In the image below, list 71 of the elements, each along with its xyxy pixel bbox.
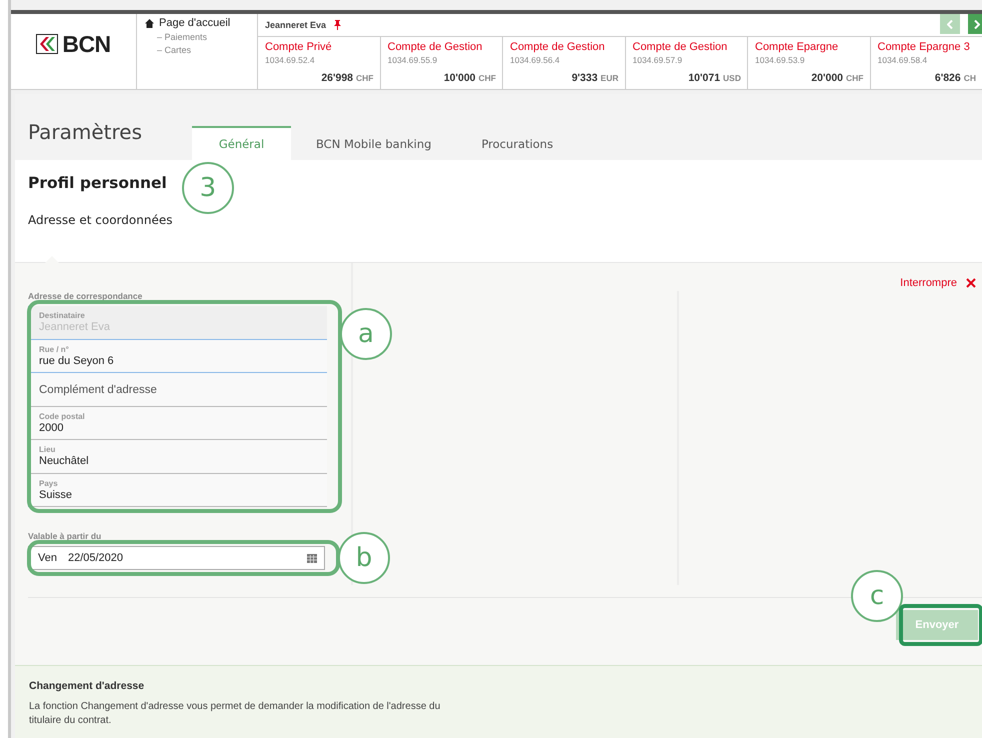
input-field[interactable]: Lieu Neuchâtel bbox=[30, 440, 327, 474]
tab[interactable]: BCN Mobile banking bbox=[291, 126, 456, 160]
chevron-right-icon bbox=[974, 20, 980, 28]
field-value[interactable]: Complément d'adresse bbox=[39, 384, 327, 396]
account-name: Compte de Gestion bbox=[632, 41, 728, 53]
account-number: 1034.69.55.9 bbox=[388, 55, 438, 65]
field-value[interactable]: 2000 bbox=[39, 422, 327, 434]
account-amount: 26'998 bbox=[321, 72, 354, 84]
field-label: Lieu bbox=[39, 445, 56, 454]
input-field[interactable]: Code postal 2000 bbox=[30, 406, 327, 440]
field-value[interactable]: rue du Seyon 6 bbox=[39, 354, 327, 367]
home-link[interactable]: Page d'accueil bbox=[159, 17, 230, 29]
cancel-link[interactable]: Interrompre bbox=[900, 277, 976, 289]
account-card[interactable]: Compte Epargne 3 1034.69.58.4 6'826 CH bbox=[870, 37, 982, 89]
home-icon bbox=[145, 18, 154, 28]
field-label: Destinataire bbox=[39, 311, 86, 320]
logo-icon bbox=[36, 34, 58, 54]
logo-text[interactable]: BCN bbox=[62, 34, 111, 54]
input-field[interactable]: Rue / n° rue du Seyon 6 bbox=[30, 340, 327, 373]
account-number: 1034.69.53.9 bbox=[755, 55, 806, 65]
field-value[interactable]: Neuchâtel bbox=[39, 455, 327, 468]
account-name: Compte Epargne bbox=[755, 41, 840, 53]
input-field[interactable]: Complément d'adresse bbox=[30, 373, 327, 406]
account-card[interactable]: Compte de Gestion 1034.69.55.9 10'000 CHF bbox=[380, 37, 503, 89]
account-name: Compte de Gestion bbox=[510, 41, 606, 53]
field-label: Pays bbox=[39, 478, 59, 488]
group-label: Adresse de correspondance bbox=[28, 291, 144, 301]
account-amount: 20'000 bbox=[811, 72, 844, 84]
weekday: Ven bbox=[38, 552, 57, 564]
info-title: Changement d'adresse bbox=[29, 680, 146, 692]
date-value: 22/05/2020 bbox=[68, 552, 124, 564]
account-number: 1034.69.57.9 bbox=[632, 55, 684, 65]
subsection-heading: Adresse et coordonnées bbox=[28, 213, 174, 227]
page-title: Paramètres bbox=[28, 120, 144, 144]
nav-link[interactable]: – Cartes bbox=[157, 44, 249, 57]
currency: CHF bbox=[356, 73, 374, 83]
account-card[interactable]: Compte de Gestion 1034.69.56.4 9'333 EUR bbox=[503, 37, 626, 89]
close-icon bbox=[966, 278, 976, 288]
date-label: Valable à partir du bbox=[28, 531, 102, 541]
account-amount: 9'333 bbox=[572, 72, 598, 84]
currency: USD bbox=[723, 73, 741, 83]
calendar-icon bbox=[307, 554, 317, 562]
chevron-left-icon bbox=[947, 20, 953, 28]
currency: CH bbox=[964, 73, 976, 83]
account-amount: 10'000 bbox=[444, 72, 476, 84]
client-name: Jeanneret Eva bbox=[265, 20, 326, 30]
account-name: Compte de Gestion bbox=[388, 41, 484, 53]
account-number: 1034.69.56.4 bbox=[510, 55, 561, 65]
account-card[interactable]: Compte Epargne 1034.69.53.9 20'000 CHF bbox=[748, 37, 870, 89]
input-field[interactable]: Pays Suisse bbox=[30, 474, 327, 507]
date-field[interactable]: Ven 22/05/2020 bbox=[28, 546, 325, 570]
nav-link[interactable]: – Paiements bbox=[157, 31, 249, 44]
account-card[interactable]: Compte de Gestion 1034.69.57.9 10'071 USD bbox=[626, 37, 748, 89]
currency: CHF bbox=[478, 73, 496, 83]
account-amount: 6'826 bbox=[934, 72, 961, 84]
tab[interactable]: Procurations bbox=[456, 126, 578, 160]
next-button[interactable] bbox=[968, 14, 982, 34]
pin-icon bbox=[334, 20, 342, 30]
account-card[interactable]: Compte Privé 1034.69.52.4 26'998 CHF bbox=[258, 37, 380, 89]
field-label: Code postal bbox=[39, 412, 86, 421]
account-amount: 10'071 bbox=[688, 72, 720, 84]
field-label: Rue / n° bbox=[39, 344, 70, 354]
info-text: La fonction Changement d'adresse vous permet de demander la modification de l'adresse du titulaire du contrat. bbox=[29, 700, 442, 728]
field-value[interactable]: Suisse bbox=[39, 488, 327, 501]
account-number: 1034.69.52.4 bbox=[265, 55, 316, 65]
account-number: 1034.69.58.4 bbox=[878, 55, 928, 65]
currency: CHF bbox=[846, 73, 864, 83]
account-name: Compte Privé bbox=[265, 41, 333, 53]
section-heading: Profil personnel bbox=[28, 174, 167, 192]
currency: EUR bbox=[600, 73, 618, 83]
account-name: Compte Epargne 3 bbox=[878, 41, 971, 53]
